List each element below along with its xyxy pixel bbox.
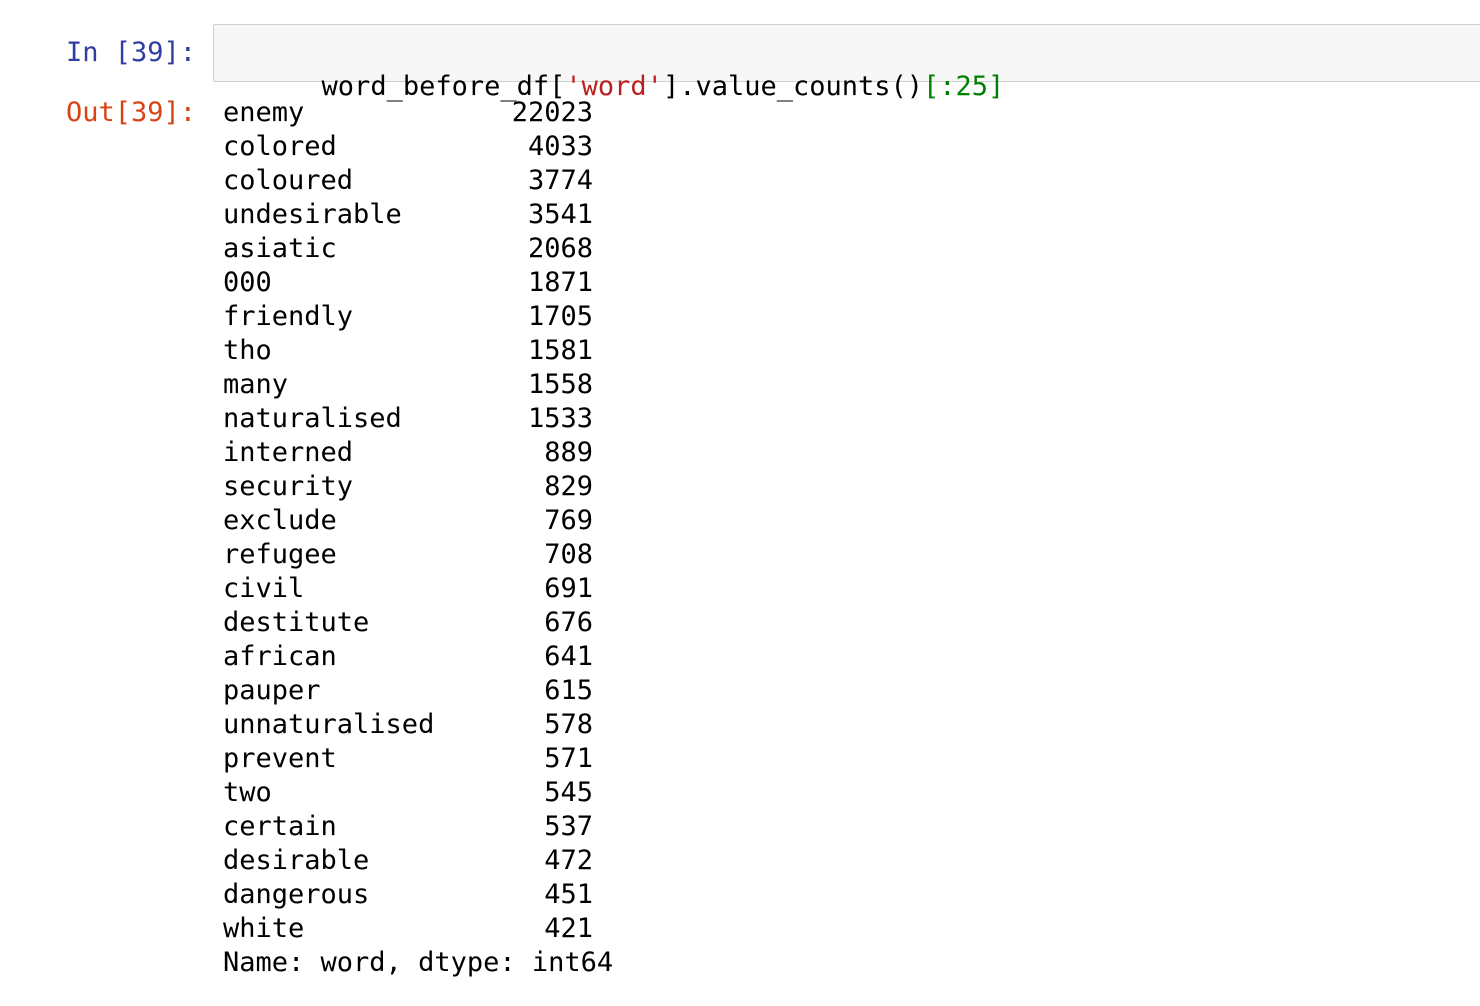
list-item: exclude 769 xyxy=(223,504,923,538)
count-value: 641 xyxy=(544,641,593,672)
count-value: 676 xyxy=(544,607,593,638)
count-value: 691 xyxy=(544,573,593,604)
list-item: destitute 676 xyxy=(223,606,923,640)
list-item: african 641 xyxy=(223,640,923,674)
list-item: asiatic 2068 xyxy=(223,232,923,266)
list-item: two 545 xyxy=(223,776,923,810)
count-value: 3774 xyxy=(527,165,593,196)
list-item: white 421 xyxy=(223,912,923,946)
word-label: exclude xyxy=(223,505,337,536)
series-footer: Name: word, dtype: int64 xyxy=(223,947,614,978)
word-label: civil xyxy=(223,573,305,604)
word-label: naturalised xyxy=(223,403,402,434)
value-counts-list: enemy 22023 colored 4033 coloured 3774 undesir… xyxy=(223,96,923,946)
count-value: 578 xyxy=(544,709,593,740)
count-value: 769 xyxy=(544,505,593,536)
word-label: asiatic xyxy=(223,233,337,264)
list-item: prevent 571 xyxy=(223,742,923,776)
word-label: destitute xyxy=(223,607,370,638)
word-label: prevent xyxy=(223,743,337,774)
list-item: undesirable 3541 xyxy=(223,198,923,232)
word-label: many xyxy=(223,369,289,400)
word-label: two xyxy=(223,777,272,808)
count-value: 537 xyxy=(544,811,593,842)
count-value: 1558 xyxy=(527,369,593,400)
count-value: 1871 xyxy=(527,267,593,298)
list-item: dangerous 451 xyxy=(223,878,923,912)
list-item: security 829 xyxy=(223,470,923,504)
code-input-area[interactable]: word_before_df['word'].value_counts()[:2… xyxy=(213,24,1480,102)
count-value: 4033 xyxy=(527,131,593,162)
word-label: refugee xyxy=(223,539,337,570)
list-item: tho 1581 xyxy=(223,334,923,368)
list-item: many 1558 xyxy=(223,368,923,402)
word-label: friendly xyxy=(223,301,354,332)
count-value: 451 xyxy=(544,879,593,910)
word-label: security xyxy=(223,471,354,502)
word-label: tho xyxy=(223,335,272,366)
input-prompt: In [39]: xyxy=(66,37,197,68)
word-label: colored xyxy=(223,131,337,162)
count-value: 2068 xyxy=(527,233,593,264)
notebook-cell: In [39]: word_before_df['word'].value_co… xyxy=(0,0,1480,1006)
word-label: coloured xyxy=(223,165,354,196)
list-item: civil 691 xyxy=(223,572,923,606)
list-item: refugee 708 xyxy=(223,538,923,572)
count-value: 829 xyxy=(544,471,593,502)
list-item: pauper 615 xyxy=(223,674,923,708)
count-value: 3541 xyxy=(527,199,593,230)
output-prompt: Out[39]: xyxy=(66,97,197,128)
list-item: enemy 22023 xyxy=(223,96,923,130)
list-item: unnaturalised 578 xyxy=(223,708,923,742)
count-value: 708 xyxy=(544,539,593,570)
count-value: 545 xyxy=(544,777,593,808)
count-value: 22023 xyxy=(511,97,593,128)
count-value: 1705 xyxy=(527,301,593,332)
list-item: 000 1871 xyxy=(223,266,923,300)
word-label: dangerous xyxy=(223,879,370,910)
list-item: interned 889 xyxy=(223,436,923,470)
count-value: 421 xyxy=(544,913,593,944)
word-label: desirable xyxy=(223,845,370,876)
code-token-slice: [:25] xyxy=(923,71,1005,102)
count-value: 889 xyxy=(544,437,593,468)
list-item: colored 4033 xyxy=(223,130,923,164)
list-item: desirable 472 xyxy=(223,844,923,878)
count-value: 472 xyxy=(544,845,593,876)
word-label: 000 xyxy=(223,267,272,298)
count-value: 615 xyxy=(544,675,593,706)
list-item: naturalised 1533 xyxy=(223,402,923,436)
word-label: unnaturalised xyxy=(223,709,435,740)
word-label: pauper xyxy=(223,675,321,706)
word-label: white xyxy=(223,913,305,944)
count-value: 1533 xyxy=(527,403,593,434)
word-label: certain xyxy=(223,811,337,842)
list-item: friendly 1705 xyxy=(223,300,923,334)
list-item: coloured 3774 xyxy=(223,164,923,198)
count-value: 1581 xyxy=(527,335,593,366)
word-label: enemy xyxy=(223,97,305,128)
word-label: undesirable xyxy=(223,199,402,230)
word-label: interned xyxy=(223,437,354,468)
list-item: certain 537 xyxy=(223,810,923,844)
count-value: 571 xyxy=(544,743,593,774)
word-label: african xyxy=(223,641,337,672)
output-area: enemy 22023 colored 4033 coloured 3774 undesir… xyxy=(223,96,923,980)
